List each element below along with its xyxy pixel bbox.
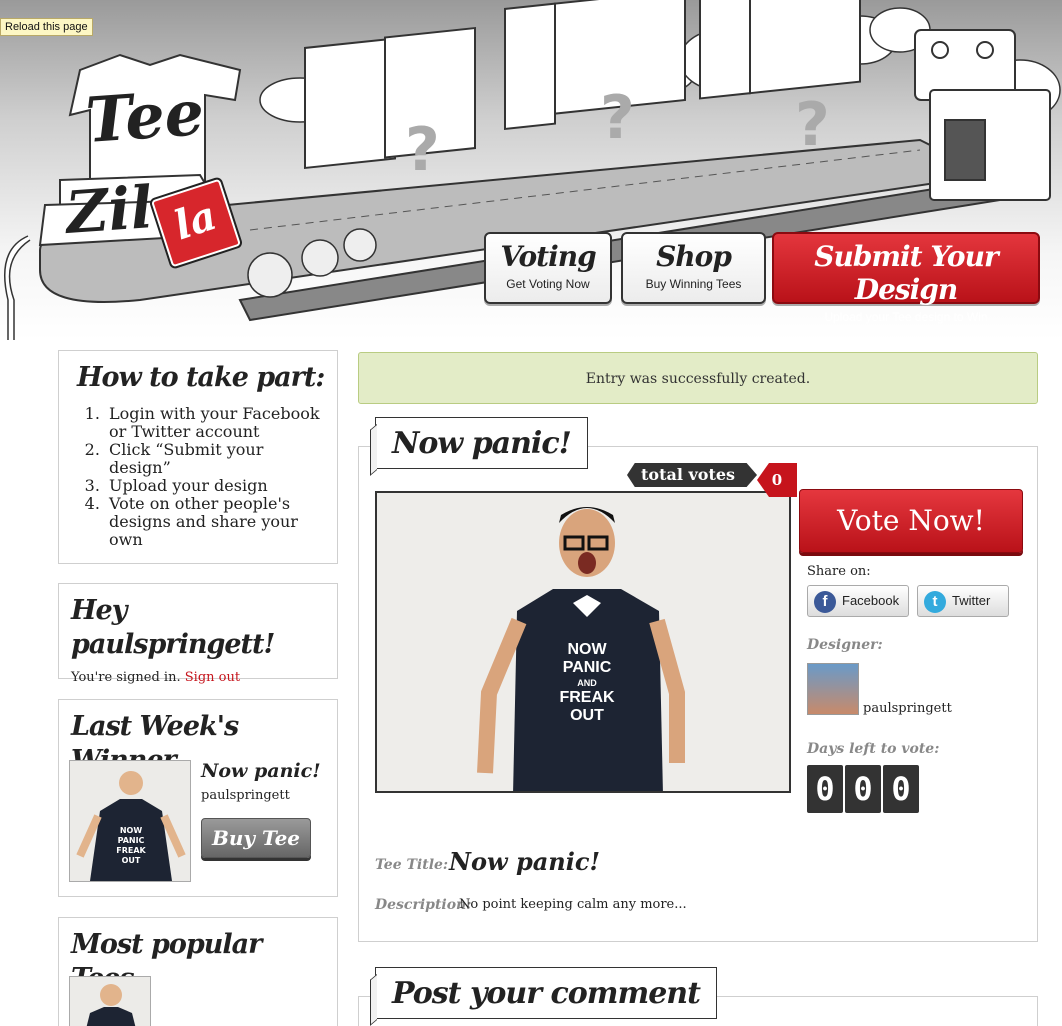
days-left-counter: 0 0 0: [807, 765, 919, 813]
last-week-winner-box: Last Week's Winner NOW PANIC FREAK OUT N…: [58, 699, 338, 897]
nav-voting-subtitle: Get Voting Now: [506, 277, 590, 291]
nav-submit-title: Submit Your Design: [814, 240, 998, 306]
greeting-title: Hey paulspringett!: [71, 595, 275, 660]
nav-shop-subtitle: Buy Winning Tees: [645, 277, 742, 291]
nav-submit-design-button[interactable]: Submit Your Design Upload your Tee desig…: [772, 232, 1040, 324]
sign-out-link[interactable]: Sign out: [185, 670, 240, 685]
site-header: Reload this page ??? Tee Zil la Voting G…: [0, 0, 1062, 340]
entry-panel: Now panic! NOW PANIC AND FREAK OUT total…: [358, 417, 1038, 942]
winner-tee-name[interactable]: Now panic!: [201, 760, 321, 782]
tee-print-text: NOW PANIC AND FREAK OUT: [547, 641, 627, 725]
designer-avatar[interactable]: [807, 663, 859, 715]
how-to-step: Upload your design: [105, 477, 325, 495]
share-facebook-button[interactable]: f Facebook: [807, 585, 909, 617]
how-to-title: How to take part:: [77, 362, 325, 393]
how-to-step: Click “Submit your design”: [105, 441, 325, 477]
designer-label: Designer:: [807, 637, 883, 653]
description-label: Description:: [375, 897, 472, 913]
signed-in-text: You're signed in.: [71, 670, 181, 685]
twitter-icon: t: [924, 591, 946, 613]
comment-title-tab: Post your comment: [375, 967, 717, 1019]
nav-voting-title: Voting: [500, 240, 596, 273]
svg-text:?: ?: [405, 115, 440, 185]
popular-tee-image[interactable]: [69, 976, 151, 1026]
winner-tee-image[interactable]: NOW PANIC FREAK OUT: [69, 760, 191, 882]
designer-name[interactable]: paulspringett: [863, 701, 952, 716]
description-value: No point keeping calm any more...: [459, 897, 687, 912]
svg-text:OUT: OUT: [122, 856, 141, 865]
logo-text-tee: Tee: [83, 75, 207, 158]
svg-text:?: ?: [600, 83, 635, 153]
comment-panel: Post your comment: [358, 967, 1038, 1026]
counter-digit: 0: [883, 765, 919, 813]
svg-text:FREAK: FREAK: [116, 846, 146, 855]
counter-digit: 0: [845, 765, 881, 813]
user-greeting-box: Hey paulspringett! You're signed in. Sig…: [58, 583, 338, 685]
tee-print-line: AND: [577, 678, 597, 688]
share-on-label: Share on:: [807, 564, 871, 579]
share-facebook-label: Facebook: [842, 593, 900, 608]
days-left-label: Days left to vote:: [807, 741, 940, 757]
how-to-steps: Login with your Facebook or Twitter acco…: [105, 405, 325, 549]
how-to-take-part-box: How to take part: Login with your Facebo…: [58, 350, 338, 564]
comment-title: Post your comment: [392, 976, 701, 1011]
tee-print-line: FREAK: [559, 689, 615, 706]
entry-title-tab: Now panic!: [375, 417, 588, 469]
counter-digit: 0: [807, 765, 843, 813]
entry-title: Now panic!: [392, 426, 572, 461]
svg-text:PANIC: PANIC: [118, 836, 145, 845]
buy-tee-button[interactable]: Buy Tee: [201, 818, 311, 858]
reload-tooltip: Reload this page: [0, 18, 93, 36]
tee-title-value: Now panic!: [449, 847, 601, 876]
vote-now-button[interactable]: Vote Now!: [799, 489, 1023, 553]
facebook-icon: f: [814, 591, 836, 613]
tee-print-line: PANIC: [562, 659, 612, 676]
tee-title-label: Tee Title:: [375, 857, 449, 873]
share-twitter-button[interactable]: t Twitter: [917, 585, 1009, 617]
logo-text-zil: Zil: [63, 173, 155, 247]
share-twitter-label: Twitter: [952, 593, 991, 608]
nav-voting-button[interactable]: Voting Get Voting Now: [484, 232, 612, 304]
how-to-step: Vote on other people's designs and share…: [105, 495, 325, 549]
nav-shop-button[interactable]: Shop Buy Winning Tees: [621, 232, 766, 304]
nav-shop-title: Shop: [656, 240, 732, 273]
winner-designer: paulspringett: [201, 788, 290, 803]
tee-print-line: OUT: [570, 707, 604, 724]
svg-text:?: ?: [795, 90, 830, 160]
nav-submit-subtitle: Upload your Tee design to Win: [824, 310, 988, 324]
total-votes-label: total votes: [627, 463, 758, 487]
how-to-step: Login with your Facebook or Twitter acco…: [105, 405, 325, 441]
flash-success-message: Entry was successfully created.: [358, 352, 1038, 404]
signed-in-status: You're signed in. Sign out: [71, 670, 325, 685]
tee-print-line: NOW: [567, 641, 607, 658]
entry-tee-photo[interactable]: NOW PANIC AND FREAK OUT: [375, 491, 791, 793]
svg-text:NOW: NOW: [120, 826, 142, 835]
most-popular-tees-box: Most popular Tees: [58, 917, 338, 1026]
